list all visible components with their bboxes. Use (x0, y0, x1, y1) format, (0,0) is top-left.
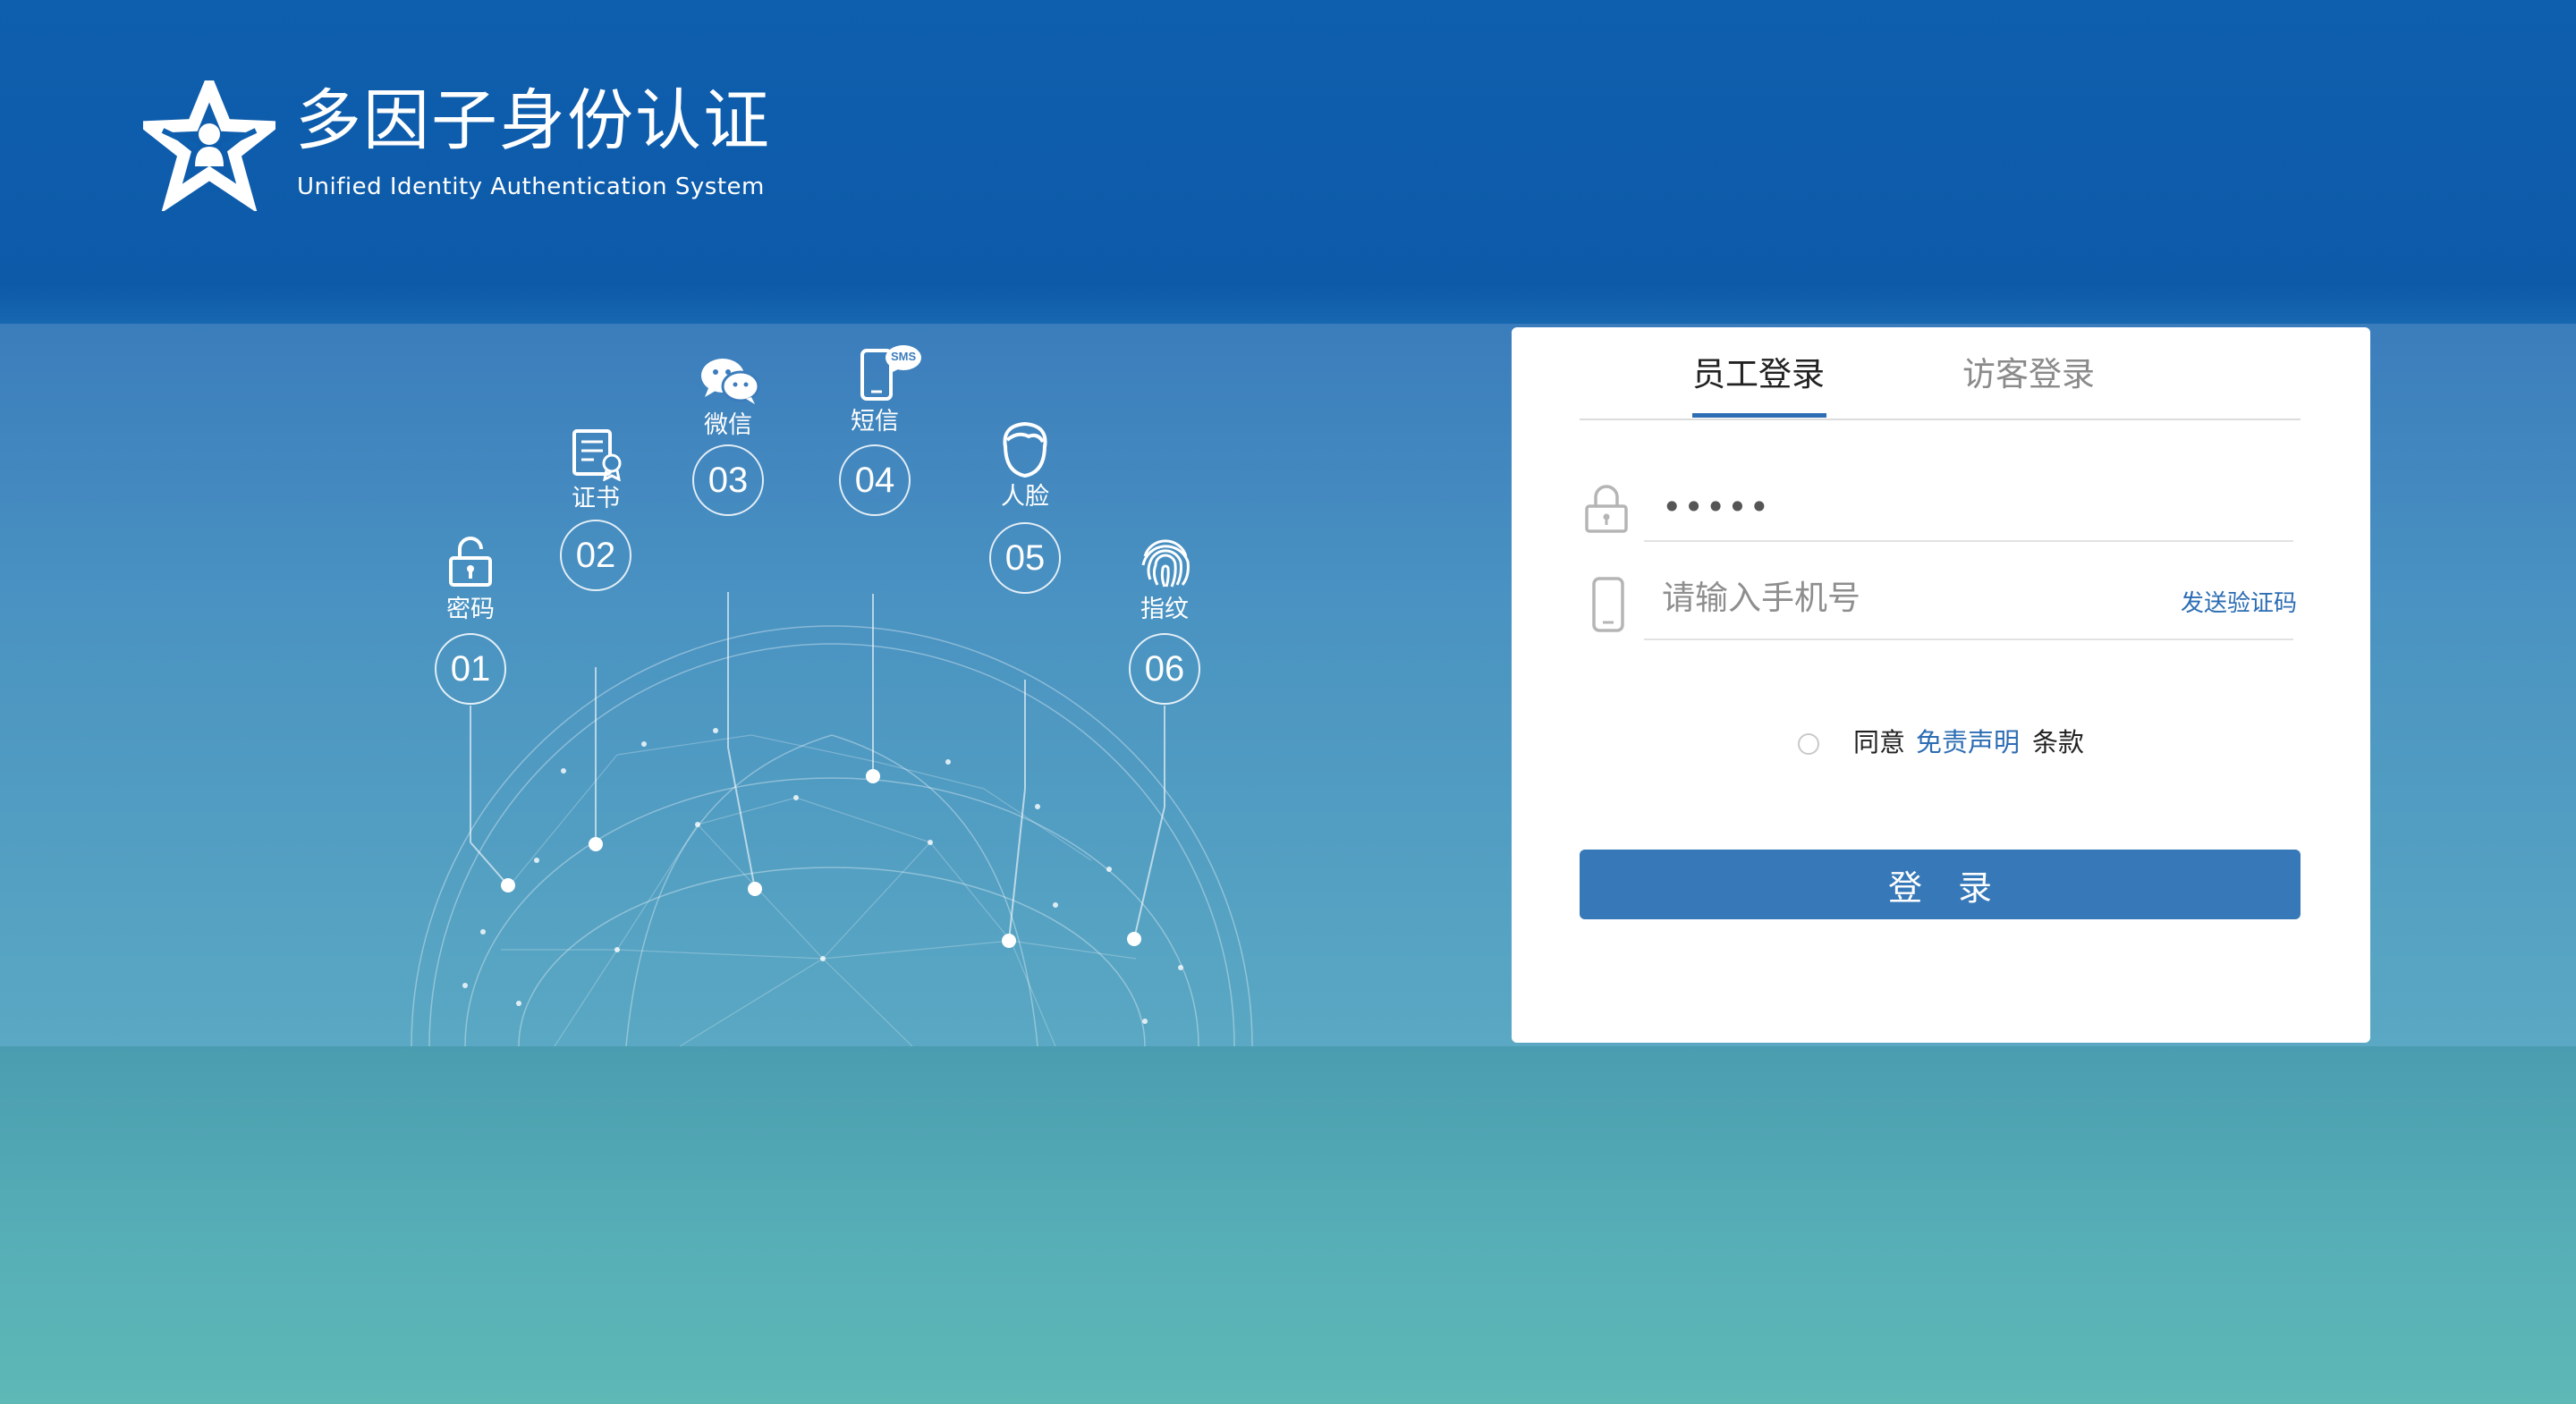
send-code-link[interactable]: 发送验证码 (2181, 592, 2297, 615)
sms-badge-label: SMS (891, 350, 917, 363)
login-tabs: 员工登录 访客登录 (1580, 327, 2301, 420)
active-tab-indicator (1692, 413, 1826, 418)
app-subtitle: Unified Identity Authentication System (297, 173, 765, 200)
factor-number-01: 01 (450, 649, 491, 689)
password-field[interactable]: ••••• (1662, 490, 1771, 524)
factor-label-face: 人脸 (1001, 483, 1049, 511)
agree-prefix-text: 同意 (1853, 727, 1906, 757)
phone-underline (1644, 639, 2293, 640)
wechat-icon (701, 359, 760, 404)
factor-label-wechat: 微信 (704, 411, 752, 439)
factor-label-sms: 短信 (851, 408, 899, 436)
certificate-icon (572, 429, 622, 481)
auth-factors-illustration: SMS 密码 证书 微信 短信 人脸 指纹 01 02 03 04 05 06 (376, 324, 1324, 1046)
factor-number-04: 04 (854, 461, 895, 500)
password-underline (1644, 540, 2293, 542)
star-person-logo-icon (143, 80, 275, 211)
tab-employee-login[interactable]: 员工登录 (1692, 358, 1825, 391)
disclaimer-link[interactable]: 免责声明 (1916, 730, 2020, 756)
login-card: 员工登录 访客登录 ••••• 发送验证码 同意 免责声明 条款 登 录 (1512, 327, 2370, 1043)
header-bar (0, 0, 2576, 324)
mobile-phone-icon (1592, 577, 1624, 632)
factor-label-certificate: 证书 (572, 485, 620, 512)
tab-visitor-login[interactable]: 访客登录 (1962, 358, 2095, 391)
login-button[interactable]: 登 录 (1580, 850, 2301, 919)
footer-band (0, 1046, 2576, 1404)
fingerprint-icon (1141, 539, 1190, 588)
sms-phone-icon: SMS (859, 343, 921, 402)
factor-number-05: 05 (1004, 538, 1046, 578)
lock-field-icon (1585, 485, 1628, 533)
factor-label-fingerprint: 指纹 (1140, 596, 1189, 623)
factor-number-03: 03 (708, 461, 749, 500)
phone-number-input[interactable] (1662, 571, 2163, 624)
app-title: 多因子身份认证 (295, 82, 771, 159)
factor-number-02: 02 (575, 536, 616, 575)
factor-label-password: 密码 (446, 596, 495, 623)
agree-radio[interactable] (1798, 733, 1819, 755)
lock-icon (449, 537, 492, 587)
factor-number-06: 06 (1144, 649, 1185, 689)
face-icon (1003, 421, 1047, 478)
agree-suffix-text: 条款 (2032, 727, 2085, 757)
